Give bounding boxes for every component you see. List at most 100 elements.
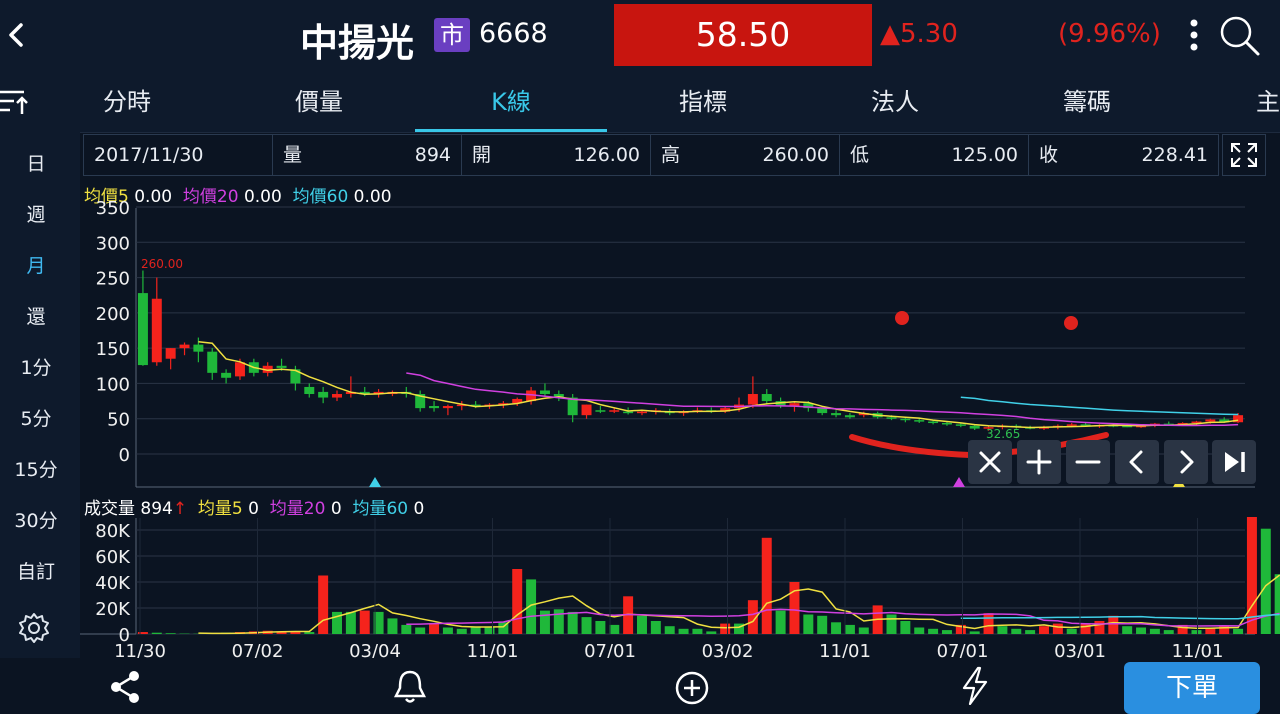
volume-bar — [568, 612, 578, 634]
price-ma5-line — [198, 342, 1238, 428]
candle-body — [332, 394, 342, 398]
volume-bar — [304, 632, 314, 634]
volume-bar — [1053, 624, 1063, 634]
candle-body — [1067, 424, 1077, 426]
volume-bar — [609, 625, 619, 634]
volume-bar — [138, 632, 148, 634]
volume-bar — [1275, 574, 1280, 634]
share-icon[interactable] — [108, 670, 144, 706]
price-tick-label: 350 — [96, 198, 130, 219]
period-marker-cyan — [369, 477, 381, 487]
close-control-button[interactable] — [968, 440, 1012, 484]
chart-controls — [966, 440, 1256, 486]
volume-bar — [1039, 626, 1049, 634]
volume-bar — [679, 629, 689, 634]
candle-body — [429, 406, 439, 408]
volume-bar — [997, 626, 1007, 634]
volume-bar — [582, 617, 592, 634]
volume-bar — [387, 618, 397, 634]
volume-bar — [1191, 630, 1201, 634]
volume-bar — [512, 569, 522, 634]
candle-body — [595, 410, 605, 412]
volume-bar — [471, 628, 481, 635]
candle-body — [748, 394, 758, 405]
volume-bar — [1122, 626, 1132, 634]
hand-drawn-dot — [1064, 316, 1078, 330]
candle-body — [609, 410, 619, 412]
volume-bar — [554, 609, 564, 634]
volume-bar — [762, 538, 772, 634]
jump-end-icon — [1212, 440, 1256, 484]
volume-bar — [928, 629, 938, 634]
volume-bar — [540, 611, 550, 634]
volume-bar — [720, 624, 730, 634]
zoom-in-button[interactable] — [1017, 440, 1061, 484]
volume-bar — [443, 628, 453, 635]
volume-bar — [831, 622, 841, 634]
candle-body — [900, 419, 910, 421]
price-tick-label: 250 — [96, 269, 130, 290]
close-icon — [968, 440, 1012, 484]
volume-bar — [1081, 624, 1091, 634]
candle-body — [831, 413, 841, 415]
candle-body — [914, 420, 924, 422]
price-ma60-line — [961, 397, 1238, 414]
jump-end-button[interactable] — [1212, 440, 1256, 484]
volume-bar — [776, 611, 786, 634]
volume-tick-label: 60K — [95, 547, 131, 568]
volume-bar — [984, 613, 994, 634]
volume-bar — [706, 631, 716, 634]
volume-tick-label: 20K — [95, 599, 131, 620]
candle-body — [623, 412, 633, 414]
volume-bar — [637, 616, 647, 634]
zoom-out-button[interactable] — [1066, 440, 1110, 484]
volume-bar — [803, 615, 813, 635]
kline-chart[interactable]: 350300250200150100500 80K60K40K20K0 11/3… — [0, 0, 1280, 705]
volume-bar — [1025, 630, 1035, 634]
volume-bar — [1108, 616, 1118, 634]
candle-body — [1205, 419, 1215, 421]
scroll-right-icon — [1164, 440, 1208, 484]
volume-bar — [166, 633, 176, 634]
volume-bar — [900, 621, 910, 634]
flash-icon[interactable] — [958, 666, 992, 705]
volume-tick-label: 40K — [95, 573, 131, 594]
candle-body — [318, 392, 328, 398]
volume-bar — [1261, 529, 1271, 634]
volume-bar — [859, 628, 869, 635]
candle-body — [540, 390, 550, 394]
volume-tick-label: 80K — [95, 521, 131, 542]
candle-body — [277, 366, 287, 368]
order-button[interactable]: 下單 — [1124, 662, 1260, 714]
price-tick-label: 50 — [107, 410, 130, 431]
scroll-left-button[interactable] — [1115, 440, 1159, 484]
candle-body — [928, 422, 938, 424]
candle-body — [887, 417, 897, 419]
volume-bar — [1011, 629, 1021, 634]
scroll-right-button[interactable] — [1164, 440, 1208, 484]
volume-bar — [429, 624, 439, 634]
volume-bar — [887, 615, 897, 635]
volume-bar — [401, 625, 411, 634]
price-tick-label: 100 — [96, 374, 130, 395]
price-tick-label: 150 — [96, 339, 130, 360]
price-tick-label: 200 — [96, 304, 130, 325]
volume-bar — [1067, 629, 1077, 634]
volume-bar — [1164, 630, 1174, 634]
candle-body — [304, 387, 314, 394]
candle-body — [166, 348, 176, 359]
candle-body — [235, 362, 245, 376]
candle-body — [845, 415, 855, 417]
volume-bar — [817, 616, 827, 634]
bell-icon[interactable] — [390, 668, 430, 705]
candle-body — [956, 424, 966, 426]
candle-body — [138, 293, 148, 365]
volume-bar — [665, 626, 675, 634]
volume-bar — [970, 631, 980, 634]
volume-bar — [346, 612, 356, 634]
volume-bar — [942, 630, 952, 634]
candle-body — [762, 394, 772, 401]
period-marker-magenta — [953, 477, 965, 487]
add-circle-icon[interactable] — [674, 670, 710, 706]
volume-bar — [914, 628, 924, 635]
